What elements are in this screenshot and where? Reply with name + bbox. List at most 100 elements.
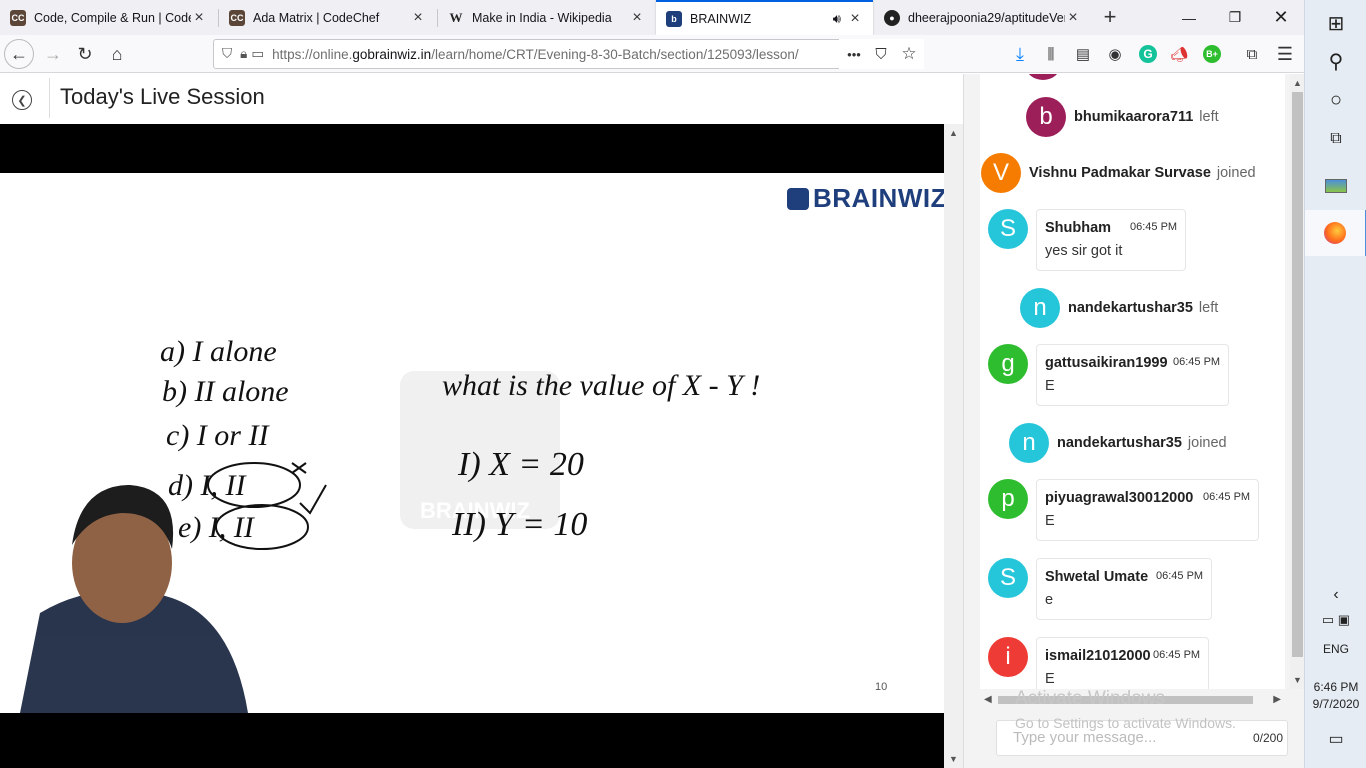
url-bar[interactable]: ⛉ 🔒︎ ▭ https://online. gobrainwiz.in/lear… — [213, 39, 924, 69]
language-indicator[interactable]: ENG — [1305, 642, 1366, 656]
message-time: 06:45 PM — [1203, 491, 1251, 503]
sidebar-icon[interactable]: ▤ — [1068, 39, 1098, 69]
menu-icon[interactable]: ☰ — [1270, 39, 1300, 69]
back-circle-icon[interactable]: ❮ — [12, 90, 32, 110]
tab-github[interactable]: ● dheerajpoonia29/aptitudeVerb × — [874, 0, 1091, 35]
firefox-app-icon[interactable] — [1305, 210, 1366, 256]
avatar — [1025, 74, 1061, 80]
scroll-left-icon[interactable]: ◀ — [984, 694, 992, 705]
avatar: g — [988, 344, 1028, 384]
chat-message: piyuagrawal30012000 06:45 PM E — [1036, 479, 1259, 541]
statement-1: I) X = 20 — [457, 446, 584, 483]
task-view-icon[interactable]: ⧉ — [1305, 116, 1366, 162]
shield-icon[interactable]: ⛉ — [222, 46, 232, 62]
network-icon[interactable]: ▭ ▣ — [1305, 597, 1366, 643]
statement-2: II) Y = 10 — [451, 506, 587, 543]
page-content: ❮ Today's Live Session BRAINWIZ BRAINWIZ… — [0, 74, 963, 768]
chat-event: nandekartushar35 joined — [1057, 435, 1227, 451]
scroll-up-icon[interactable]: ▲ — [1290, 78, 1305, 88]
navigation-bar: ← → ↻ ⌂ ⛉ 🔒︎ ▭ https://online. gobrainwiz… — [0, 35, 1304, 73]
question-text: what is the value of X - Y ! — [442, 369, 760, 402]
tab-title: Code, Compile & Run | CodeC — [34, 10, 191, 25]
char-counter: 0/200 — [1252, 731, 1283, 745]
scroll-down-icon[interactable]: ▼ — [1290, 675, 1305, 685]
library-icon[interactable]: ⫼ — [1036, 39, 1066, 69]
page-scrollbar[interactable]: ▲ ▼ — [944, 124, 963, 768]
scroll-right-icon[interactable]: ▶ — [1273, 694, 1281, 705]
message-author: piyuagrawal30012000 — [1045, 490, 1194, 506]
chat-message: ismail21012000 06:45 PM E — [1036, 637, 1209, 689]
tab-ada-matrix[interactable]: CC Ada Matrix | CodeChef × — [219, 0, 436, 35]
brainwiz-icon: b — [666, 10, 682, 27]
activate-windows-title: Activate Windows — [1015, 688, 1165, 709]
avatar: V — [981, 153, 1021, 193]
chat-message-list[interactable]: b bhumikaarora711 left V Vishnu Padmakar … — [980, 74, 1285, 689]
clock-date[interactable]: 9/7/2020 — [1305, 697, 1366, 711]
message-text: e — [1045, 592, 1054, 608]
message-text: E — [1045, 513, 1055, 529]
minimize-button[interactable]: — — [1166, 0, 1212, 35]
activate-windows-subtitle: Go to Settings to activate Windows. — [1015, 715, 1236, 731]
video-player[interactable]: BRAINWIZ BRAINWIZ a) I alone b) II alone… — [0, 124, 944, 768]
message-time: 06:45 PM — [1156, 570, 1204, 582]
message-time: 06:45 PM — [1173, 356, 1221, 368]
cross-mark — [291, 462, 307, 474]
wikipedia-icon: W — [449, 9, 463, 25]
pocket-icon[interactable]: ⛉ — [866, 39, 896, 69]
lock-icon[interactable]: 🔒︎ — [240, 46, 247, 62]
account-icon[interactable]: ◉ — [1100, 39, 1130, 69]
new-tab-button[interactable]: + — [1095, 2, 1125, 32]
avatar: i — [988, 637, 1028, 677]
page-info-icon[interactable]: ▭ — [251, 46, 264, 62]
restore-button[interactable]: ❐ — [1212, 0, 1258, 35]
notifications-icon[interactable]: ▭ — [1305, 716, 1366, 762]
extension-badge-icon[interactable]: B+ — [1203, 45, 1221, 63]
photos-app-icon[interactable] — [1305, 163, 1366, 209]
reload-button[interactable]: ↻ — [70, 39, 100, 69]
close-window-button[interactable]: ✕ — [1258, 0, 1304, 35]
page-actions-button[interactable]: ••• — [839, 39, 869, 69]
page-title: Today's Live Session — [60, 84, 265, 109]
message-input[interactable] — [1013, 729, 1233, 746]
tab-title: BRAINWIZ — [690, 11, 752, 26]
extensions-icon[interactable]: ⧉ — [1237, 39, 1267, 69]
bookmark-star-icon[interactable]: ☆ — [894, 39, 924, 69]
avatar: n — [1020, 288, 1060, 328]
close-tab-icon[interactable]: × — [629, 9, 645, 27]
tab-brainwiz[interactable]: b BRAINWIZ 🔊︎ × — [656, 0, 873, 35]
scroll-up-icon[interactable]: ▲ — [944, 128, 963, 138]
chat-event: Vishnu Padmakar Survase joined — [1029, 165, 1256, 181]
scroll-down-icon[interactable]: ▼ — [944, 754, 963, 764]
chat-panel: b bhumikaarora711 left V Vishnu Padmakar … — [963, 74, 1305, 768]
chat-event: nandekartushar35 left — [1068, 300, 1219, 316]
message-author: ismail21012000 — [1045, 648, 1151, 664]
message-text: E — [1045, 671, 1055, 687]
audio-playing-icon[interactable]: 🔊︎ — [833, 11, 841, 27]
url-prefix: https://online. — [272, 46, 353, 62]
downloads-icon[interactable]: ⤓ — [1005, 39, 1035, 69]
close-tab-icon[interactable]: × — [410, 9, 426, 27]
tab-make-in-india[interactable]: W Make in India - Wikipedia × — [438, 0, 655, 35]
message-time: 06:45 PM — [1153, 649, 1201, 661]
scroll-thumb[interactable] — [1292, 92, 1303, 657]
message-text: E — [1045, 378, 1055, 394]
message-author: Shubham — [1045, 220, 1112, 236]
whiteboard-drawing: BRAINWIZ a) I alone b) II alone c) I or … — [20, 335, 760, 713]
forward-button[interactable]: → — [38, 39, 68, 69]
chat-scrollbar[interactable]: ▲ ▼ — [1290, 74, 1305, 689]
clock-time[interactable]: 6:46 PM — [1305, 680, 1366, 694]
tab-title: dheerajpoonia29/aptitudeVerb — [908, 10, 1065, 25]
close-tab-icon[interactable]: × — [847, 10, 863, 28]
megaphone-icon[interactable]: 📣︎ — [1164, 39, 1194, 69]
close-tab-icon[interactable]: × — [191, 9, 207, 27]
back-button[interactable]: ← — [4, 39, 34, 69]
option-b: b) II alone — [162, 375, 289, 408]
option-c: c) I or II — [166, 419, 270, 452]
codechef-icon: CC — [229, 9, 245, 26]
tab-codechef-compile[interactable]: CC Code, Compile & Run | CodeC × — [0, 0, 217, 35]
close-tab-icon[interactable]: × — [1065, 9, 1081, 27]
avatar: b — [1026, 97, 1066, 137]
home-button[interactable]: ⌂ — [102, 39, 132, 69]
chat-message: Shwetal Umate 06:45 PM e — [1036, 558, 1212, 620]
grammarly-icon[interactable]: G — [1139, 45, 1157, 63]
